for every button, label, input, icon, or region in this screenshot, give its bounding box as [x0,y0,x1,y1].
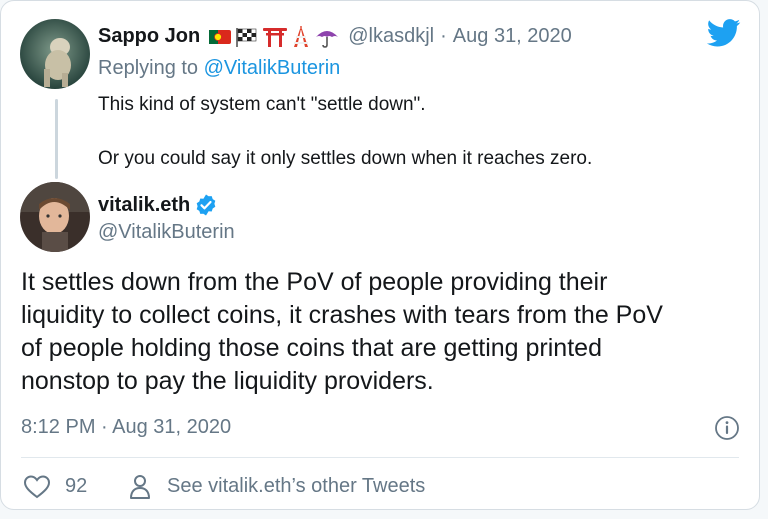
twitter-bird-icon[interactable] [707,19,741,47]
actions-divider [21,457,739,458]
see-other-tweets-link[interactable]: See vitalik.eth’s other Tweets [167,475,425,498]
tweet-text-line: of people holding those coins that are g… [21,334,602,362]
reply-author-avatar[interactable] [20,19,90,89]
embedded-tweet-card: Sappo Jon @lkasdkjl · Aug 31, 2020 Reply… [0,0,760,510]
tweet-text: It settles down from the PoV of people p… [21,266,751,398]
tweet-author-avatar[interactable] [20,182,90,252]
tweet-text-line: nonstop to pay the liquidity providers. [21,367,434,395]
person-icon[interactable] [128,473,152,501]
replying-to-line: Replying to @VitalikButerin [98,57,340,80]
reply-date[interactable]: Aug 31, 2020 [453,25,572,48]
tweet-timestamp[interactable]: 8:12 PM · Aug 31, 2020 [21,416,231,439]
reply-text-line-1: This kind of system can't "settle down". [98,94,426,115]
tokyo-tower-icon [294,25,309,47]
reply-text-line-2: Or you could say it only settles down wh… [98,148,593,169]
heart-icon[interactable] [23,474,51,500]
replying-to-handle[interactable]: @VitalikButerin [204,57,341,79]
tweet-author-name[interactable]: vitalik.eth [98,194,190,217]
reply-author-handle[interactable]: @lkasdkjl [348,25,434,48]
like-count[interactable]: 92 [65,475,87,498]
replying-to-prefix: Replying to [98,57,204,79]
tweet-author-line: vitalik.eth [98,193,218,217]
umbrella-icon [316,30,339,48]
thread-connector-line [55,99,58,179]
reply-author-emojis [208,25,340,48]
torii-gate-icon [263,27,288,47]
tweet-text-line: liquidity to collect coins, it crashes w… [21,301,663,329]
tweet-text-line: It settles down from the PoV of people p… [21,268,608,296]
reply-header: Sappo Jon @lkasdkjl · Aug 31, 2020 [98,25,572,48]
info-icon[interactable] [713,414,741,442]
tweet-author-handle[interactable]: @VitalikButerin [98,221,235,244]
verified-badge-icon [196,194,216,216]
reply-author-name[interactable]: Sappo Jon [98,25,200,48]
checkered-flag-icon [236,27,257,47]
portugal-flag-icon [209,29,232,44]
header-separator: · [440,25,447,47]
